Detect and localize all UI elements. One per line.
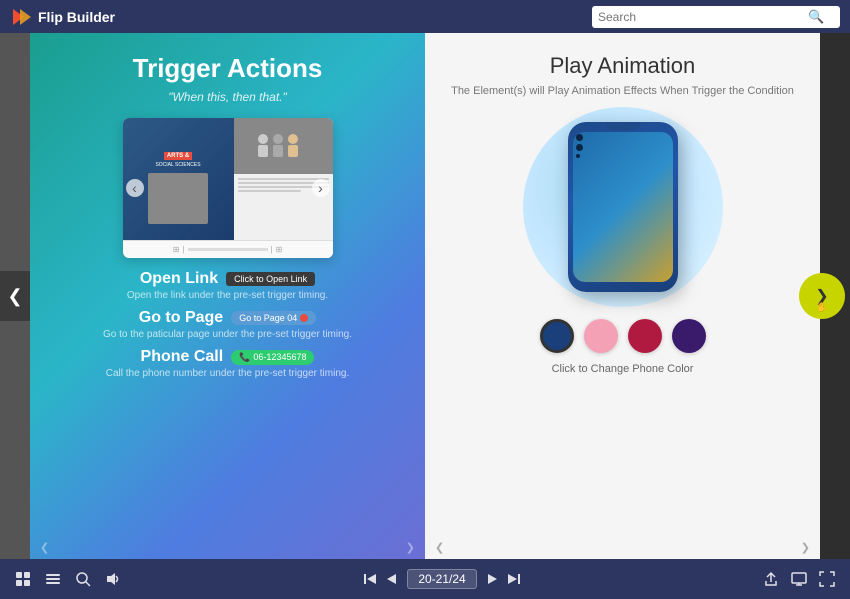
page-left: Trigger Actions "When this, then that." …	[30, 33, 425, 559]
action-open-link: Open Link Click to Open Link Open the li…	[45, 270, 410, 301]
phone-icon: 📞	[239, 352, 250, 363]
phone-screen	[573, 132, 673, 282]
right-bottom-page-left[interactable]: ❮	[435, 541, 444, 554]
logo-icon	[10, 6, 32, 28]
last-page-button[interactable]	[507, 572, 521, 586]
action-go-to-page: Go to Page Go to Page 04 Go to the patic…	[45, 309, 410, 340]
action-phone-call: Phone Call 📞 06-12345678 Call the phone …	[45, 348, 410, 379]
screen-button[interactable]	[791, 571, 807, 587]
right-page-desc: The Element(s) will Play Animation Effec…	[451, 85, 794, 97]
list-view-button[interactable]	[45, 571, 61, 587]
search-input[interactable]	[598, 10, 808, 24]
search-button[interactable]: 🔍	[808, 9, 824, 25]
go-to-page-title: Go to Page	[139, 309, 223, 327]
toolbar-right	[763, 571, 835, 587]
swatch-2[interactable]	[584, 319, 618, 353]
sound-button[interactable]	[105, 571, 121, 587]
phone-circle-bg	[523, 107, 723, 307]
swatch-1[interactable]	[540, 319, 574, 353]
go-to-page-label: Go to Page 04	[239, 313, 297, 323]
grid-view-button[interactable]	[15, 571, 31, 587]
sound-icon	[105, 571, 121, 587]
swatch-3[interactable]	[628, 319, 662, 353]
flipbook-preview: ARTS & SOCIAL SCIENCES	[123, 118, 333, 258]
search-box[interactable]: 🔍	[592, 6, 840, 28]
go-to-page-desc: Go to the paticular page under the pre-s…	[45, 329, 410, 340]
action-items: Open Link Click to Open Link Open the li…	[45, 270, 410, 379]
right-page-title: Play Animation	[550, 53, 696, 79]
go-to-page-button[interactable]: Go to Page 04	[231, 311, 316, 325]
fullscreen-icon	[819, 571, 835, 587]
page-right: Play Animation The Element(s) will Play …	[425, 33, 820, 559]
phone-mockup	[568, 122, 678, 292]
first-page-button[interactable]	[363, 572, 377, 586]
nav-right-arrow[interactable]: ❯ ✋	[799, 273, 845, 319]
camera-lens-1	[576, 134, 583, 141]
grid-icon	[15, 571, 31, 587]
last-page-icon	[507, 572, 521, 586]
flip-left-btn[interactable]: ‹	[126, 179, 144, 197]
topbar: Flip Builder 🔍	[0, 0, 850, 33]
next-page-icon	[485, 572, 499, 586]
mini-tag: ARTS &	[164, 152, 192, 160]
zoom-button[interactable]	[75, 571, 91, 587]
bottom-page-left[interactable]: ❮	[40, 541, 49, 554]
phone-camera	[576, 134, 583, 158]
next-page-button[interactable]	[485, 572, 499, 586]
left-page-subtitle: "When this, then that."	[168, 90, 287, 104]
phone-number-label: 06-12345678	[253, 352, 306, 362]
phone-call-button[interactable]: 📞 06-12345678	[231, 350, 314, 365]
main-area: ❮ Trigger Actions "When this, then that.…	[0, 33, 850, 559]
logo-area: Flip Builder	[10, 6, 115, 28]
dot-red-icon	[300, 314, 308, 322]
book-container: Trigger Actions "When this, then that." …	[30, 33, 820, 559]
zoom-icon	[75, 571, 91, 587]
share-icon	[763, 571, 779, 587]
mini-img	[234, 118, 333, 174]
fullscreen-button[interactable]	[819, 571, 835, 587]
first-page-icon	[363, 572, 377, 586]
swatch-label: Click to Change Phone Color	[552, 363, 694, 375]
logo-text: Flip Builder	[38, 9, 115, 25]
phone-notch	[605, 122, 640, 130]
phone-call-title: Phone Call	[141, 348, 224, 366]
bottom-page-right[interactable]: ❯	[406, 541, 415, 554]
phone-call-desc: Call the phone number under the pre-set …	[45, 368, 410, 379]
flipbook-controls: ⊞| |⊞	[123, 240, 333, 258]
color-swatches	[540, 319, 706, 353]
prev-page-button[interactable]	[385, 572, 399, 586]
screen-icon	[791, 571, 807, 587]
list-icon	[45, 571, 61, 587]
prev-page-icon	[385, 572, 399, 586]
open-link-desc: Open the link under the pre-set trigger …	[45, 290, 410, 301]
nav-left-arrow[interactable]: ❮	[0, 271, 30, 321]
page-indicator[interactable]: 20-21/24	[407, 569, 476, 589]
camera-flash	[576, 154, 580, 158]
bottom-toolbar: 20-21/24	[0, 559, 850, 599]
toolbar-left	[15, 571, 121, 587]
mini-sub: SOCIAL SCIENCES	[155, 162, 200, 168]
share-button[interactable]	[763, 571, 779, 587]
chevron-left-icon: ❮	[7, 286, 22, 307]
toolbar-center: 20-21/24	[363, 569, 520, 589]
swatch-4[interactable]	[672, 319, 706, 353]
open-link-title: Open Link	[140, 270, 218, 288]
left-page-title: Trigger Actions	[133, 53, 323, 84]
flipbook-inner: ARTS & SOCIAL SCIENCES	[123, 118, 333, 258]
camera-lens-2	[576, 144, 583, 151]
open-link-button[interactable]: Click to Open Link	[226, 272, 315, 286]
flip-right-btn[interactable]: ›	[312, 179, 330, 197]
right-bottom-page-right[interactable]: ❯	[801, 541, 810, 554]
